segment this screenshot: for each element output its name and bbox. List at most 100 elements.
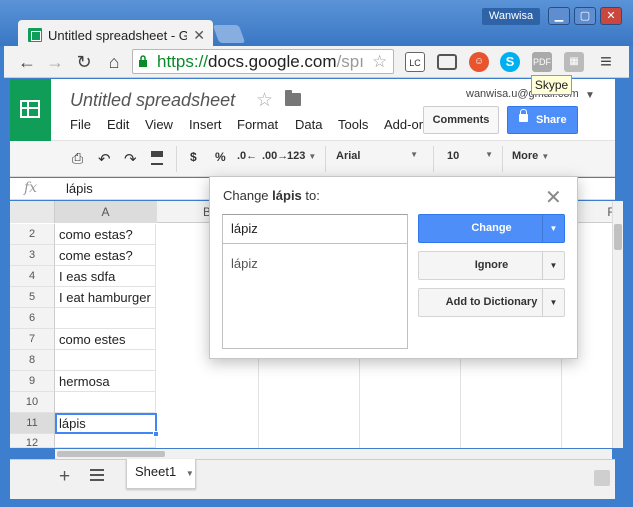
ignore-button[interactable]: Ignore ▼ (418, 251, 565, 280)
url-scheme: https:// (157, 52, 209, 71)
font-size-dropdown[interactable]: 10 ▼ (447, 150, 493, 162)
row-header[interactable]: 10 (10, 392, 55, 413)
menu-data[interactable]: Data (295, 117, 322, 132)
fill-handle[interactable] (153, 431, 159, 437)
menu-format[interactable]: Format (237, 117, 278, 132)
url-host: docs.google.com (208, 52, 337, 71)
number-format-dropdown[interactable]: 123 ▼ (287, 150, 316, 162)
replacement-input[interactable]: lápiz (222, 214, 408, 244)
row-header[interactable]: 11 (10, 413, 55, 434)
suggestions-list: lápiz (222, 244, 408, 349)
toolbar-divider (176, 146, 177, 172)
change-button[interactable]: Change ▼ (418, 214, 565, 243)
secure-lock-icon (139, 55, 147, 67)
increase-decimal-button[interactable]: .00→ (262, 150, 288, 162)
currency-format-button[interactable]: $ (190, 150, 197, 164)
dialog-title-suffix: to: (301, 188, 320, 203)
reload-icon[interactable]: ↻ (72, 50, 96, 74)
menu-file[interactable]: File (70, 117, 91, 132)
cell-a5[interactable]: I eat hamburger (55, 287, 156, 308)
cell-a9[interactable]: hermosa (55, 371, 156, 392)
select-all-corner[interactable] (10, 201, 55, 223)
font-family-dropdown[interactable]: Arial ▼ (336, 150, 418, 162)
folder-icon[interactable] (285, 90, 301, 106)
chrome-menu-icon[interactable]: ≡ (594, 50, 618, 74)
cell-a3[interactable]: come estas? (55, 245, 156, 266)
row-header[interactable]: 9 (10, 371, 55, 392)
row-header[interactable]: 6 (10, 308, 55, 329)
toolbar-divider (502, 146, 503, 172)
chevron-down-icon[interactable]: ▼ (542, 215, 564, 242)
cell-a6[interactable] (55, 308, 156, 329)
skype-extension-icon[interactable]: S (500, 52, 520, 72)
browser-tab[interactable]: Untitled spreadsheet - G ✕ (18, 20, 213, 46)
add-sheet-icon[interactable]: + (59, 466, 70, 488)
row-header[interactable]: 3 (10, 245, 55, 266)
share-lock-icon (519, 109, 528, 122)
decrease-decimal-button[interactable]: .0← (237, 150, 257, 162)
forward-arrow-icon[interactable]: → (43, 50, 67, 74)
cast-icon[interactable] (437, 54, 457, 70)
cell-a8[interactable] (55, 350, 156, 371)
undo-icon[interactable]: ↶ (98, 150, 111, 168)
minimize-button[interactable]: ▁ (548, 7, 570, 25)
chevron-down-icon[interactable]: ▼ (542, 252, 564, 279)
cell-a12[interactable] (55, 434, 156, 448)
home-icon[interactable]: ⌂ (102, 50, 126, 74)
chevron-down-icon: ▼ (485, 150, 493, 159)
close-icon[interactable]: ✕ (545, 185, 562, 210)
font-size-label: 10 (447, 150, 460, 162)
cell-a4[interactable]: I eas sdfa (55, 266, 156, 287)
formula-input[interactable]: lápis (66, 181, 93, 196)
column-header-a[interactable]: A (55, 201, 157, 223)
row-header[interactable]: 2 (10, 224, 55, 245)
lc-extension-icon[interactable]: LC (405, 52, 425, 72)
address-bar[interactable]: https://docs.google.com/spı (132, 49, 394, 74)
row-header[interactable]: 7 (10, 329, 55, 350)
menu-tools[interactable]: Tools (338, 117, 368, 132)
grid-extension-icon[interactable]: ▦ (564, 52, 584, 72)
horizontal-scroll-thumb[interactable] (57, 451, 165, 457)
menu-addons[interactable]: Add-or (384, 117, 423, 132)
paint-format-icon[interactable] (151, 151, 163, 165)
row-header[interactable]: 5 (10, 287, 55, 308)
pdf-extension-icon[interactable]: PDF (532, 52, 552, 72)
row-header[interactable]: 4 (10, 266, 55, 287)
bookmark-star-icon[interactable]: ☆ (372, 52, 387, 72)
chevron-down-icon[interactable]: ▼ (186, 469, 194, 478)
row-header[interactable]: 8 (10, 350, 55, 371)
cell-a2[interactable]: como estas? (55, 224, 156, 245)
menu-insert[interactable]: Insert (189, 117, 222, 132)
chevron-down-icon: ▼ (308, 152, 317, 161)
chevron-down-icon[interactable]: ▼ (542, 289, 564, 316)
tab-title: Untitled spreadsheet - G (48, 27, 188, 43)
star-document-icon[interactable]: ☆ (256, 89, 273, 112)
percent-format-button[interactable]: % (215, 150, 226, 164)
fx-icon: fx (24, 180, 38, 196)
redo-icon[interactable]: ↷ (124, 150, 137, 168)
change-button-label: Change (471, 222, 512, 234)
row-header[interactable]: 12 (10, 434, 55, 449)
print-icon[interactable]: ⎙ (72, 150, 83, 167)
maximize-button[interactable]: ▢ (574, 7, 596, 25)
menu-view[interactable]: View (145, 117, 173, 132)
hola-extension-icon[interactable]: ☺ (469, 52, 489, 72)
window-close-button[interactable]: ✕ (600, 7, 622, 25)
share-button[interactable]: Share (507, 106, 578, 134)
more-dropdown[interactable]: More ▼ (512, 150, 549, 162)
add-to-dictionary-button[interactable]: Add to Dictionary ▼ (418, 288, 565, 317)
document-title[interactable]: Untitled spreadsheet (70, 90, 235, 111)
explore-icon[interactable] (594, 470, 610, 486)
sheet-tab[interactable]: Sheet1 ▼ (126, 459, 196, 489)
cell-a10[interactable] (55, 392, 156, 413)
sheet-list-icon[interactable] (90, 469, 104, 481)
vertical-scroll-thumb[interactable] (614, 224, 622, 250)
account-caret-icon[interactable]: ▼ (585, 90, 595, 101)
profile-badge[interactable]: Wanwisa (482, 8, 540, 25)
comments-button[interactable]: Comments (423, 106, 499, 134)
cell-a7[interactable]: como estes (55, 329, 156, 350)
tab-close-icon[interactable]: ✕ (193, 27, 205, 44)
back-arrow-icon[interactable]: ← (15, 50, 39, 74)
suggestion-item[interactable]: lápiz (231, 256, 407, 271)
menu-edit[interactable]: Edit (107, 117, 129, 132)
